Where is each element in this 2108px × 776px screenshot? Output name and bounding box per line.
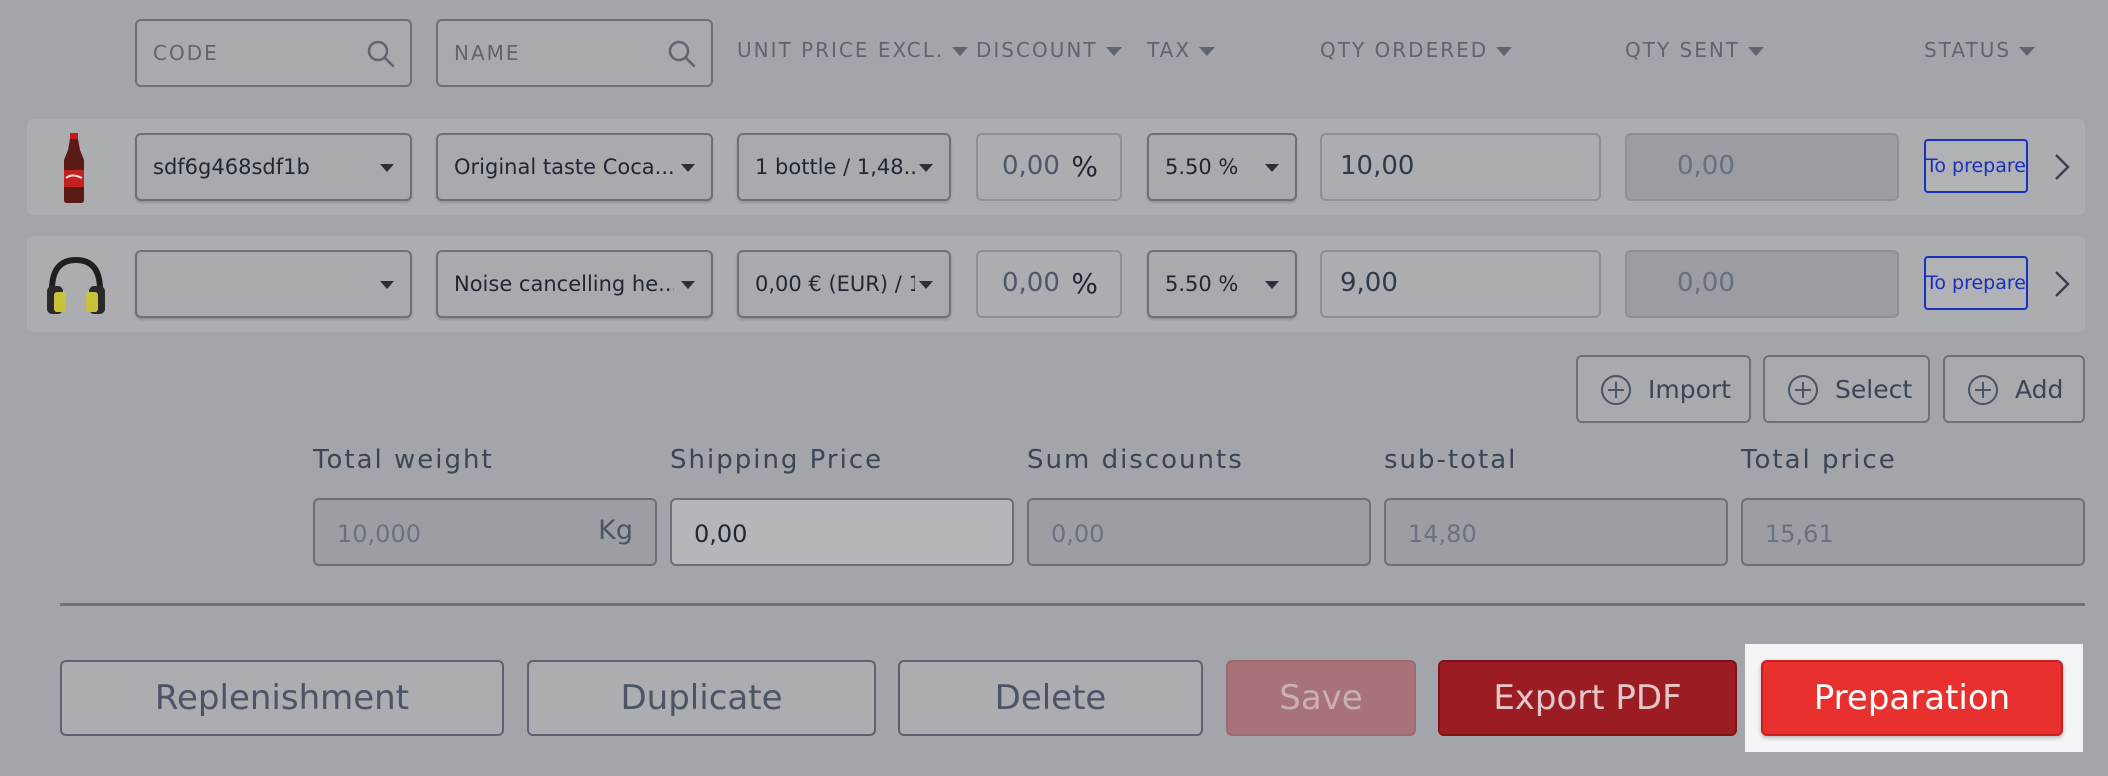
name-value: Original taste Coca... xyxy=(454,155,674,179)
select-label: Select xyxy=(1835,375,1913,404)
sort-caret-icon xyxy=(1496,47,1513,56)
plus-circle-icon xyxy=(1788,375,1818,405)
delete-button[interactable]: Delete xyxy=(898,660,1203,736)
sort-caret-icon xyxy=(1199,47,1216,56)
tax-select[interactable]: 5.50 % xyxy=(1147,250,1297,318)
divider xyxy=(60,603,2085,606)
sort-caret-icon xyxy=(1105,47,1122,56)
chevron-down-icon xyxy=(681,164,695,172)
unit-price-value: 1 bottle / 1,48... xyxy=(755,155,915,179)
preparation-button[interactable]: Preparation xyxy=(1761,660,2063,736)
qty-sent-input: 0,00 xyxy=(1625,133,1899,201)
tax-select[interactable]: 5.50 % xyxy=(1147,133,1297,201)
chevron-down-icon xyxy=(1265,164,1279,172)
column-header-label: STATUS xyxy=(1924,38,2012,62)
select-button[interactable]: Select xyxy=(1763,355,1930,423)
column-header-label: TAX xyxy=(1147,38,1192,62)
discount-value: 0,00 xyxy=(1002,151,1060,181)
sort-caret-icon xyxy=(2019,47,2036,56)
chevron-down-icon xyxy=(919,281,933,289)
total-price-field: 15,61 xyxy=(1741,498,2085,566)
column-header-qty-ordered[interactable]: QTY ORDERED xyxy=(1320,38,1513,62)
chevron-right-icon[interactable] xyxy=(2052,269,2072,299)
add-label: Add xyxy=(2015,375,2064,404)
name-filter-placeholder: NAME xyxy=(454,41,521,65)
unit-price-value: 0,00 € (EUR) / 1 xyxy=(755,272,915,296)
search-icon xyxy=(668,40,696,68)
qty-ordered-input[interactable]: 10,00 xyxy=(1320,133,1601,201)
save-button[interactable]: Save xyxy=(1226,660,1416,736)
qty-sent-value: 0,00 xyxy=(1677,268,1735,298)
chevron-down-icon xyxy=(380,164,394,172)
column-header-discount[interactable]: DISCOUNT xyxy=(976,38,1122,62)
sort-caret-icon xyxy=(952,47,969,56)
plus-circle-icon xyxy=(1968,375,1998,405)
tax-value: 5.50 % xyxy=(1165,272,1239,296)
plus-circle-icon xyxy=(1601,375,1631,405)
replenishment-button[interactable]: Replenishment xyxy=(60,660,504,736)
name-select[interactable]: Noise cancelling he... xyxy=(436,250,713,318)
shipping-price-input[interactable]: 0,00 xyxy=(670,498,1014,566)
qty-ordered-value: 9,00 xyxy=(1340,268,1398,298)
total-weight-field: 10,000 Kg xyxy=(313,498,657,566)
add-button[interactable]: Add xyxy=(1943,355,2085,423)
weight-unit: Kg xyxy=(598,515,633,546)
qty-sent-value: 0,00 xyxy=(1677,151,1735,181)
code-value: sdf6g468sdf1b xyxy=(153,155,310,179)
qty-sent-input: 0,00 xyxy=(1625,250,1899,318)
import-label: Import xyxy=(1648,375,1731,404)
name-select[interactable]: Original taste Coca... xyxy=(436,133,713,201)
discount-unit: % xyxy=(1071,267,1098,300)
sum-discounts-field: 0,00 xyxy=(1027,498,1371,566)
sort-caret-icon xyxy=(1748,47,1765,56)
subtotal-field: 14,80 xyxy=(1384,498,1728,566)
column-header-qty-sent[interactable]: QTY SENT xyxy=(1625,38,1765,62)
status-button[interactable]: To prepare xyxy=(1924,256,2028,310)
subtotal-label: sub-total xyxy=(1384,445,1518,475)
chevron-down-icon xyxy=(919,164,933,172)
sum-discounts-value: 0,00 xyxy=(1051,520,1105,548)
code-select[interactable] xyxy=(135,250,412,318)
shipping-price-value: 0,00 xyxy=(694,520,748,548)
coca-cola-bottle-icon xyxy=(64,133,84,203)
chevron-down-icon xyxy=(681,281,695,289)
qty-ordered-input[interactable]: 9,00 xyxy=(1320,250,1601,318)
sum-discounts-label: Sum discounts xyxy=(1027,445,1244,475)
total-price-value: 15,61 xyxy=(1765,520,1834,548)
chevron-down-icon xyxy=(380,281,394,289)
unit-price-select[interactable]: 0,00 € (EUR) / 1 xyxy=(737,250,951,318)
code-filter-placeholder: CODE xyxy=(153,41,219,65)
code-filter-input[interactable]: CODE xyxy=(135,19,412,87)
discount-input[interactable]: 0,00 % xyxy=(976,250,1122,318)
chevron-right-icon[interactable] xyxy=(2052,152,2072,182)
column-header-status[interactable]: STATUS xyxy=(1924,38,2036,62)
export-pdf-button[interactable]: Export PDF xyxy=(1438,660,1737,736)
column-header-label: QTY ORDERED xyxy=(1320,38,1489,62)
search-icon xyxy=(367,40,395,68)
headphones-icon xyxy=(47,256,105,314)
qty-ordered-value: 10,00 xyxy=(1340,151,1415,181)
total-weight-value: 10,000 xyxy=(337,520,421,548)
duplicate-button[interactable]: Duplicate xyxy=(527,660,876,736)
unit-price-select[interactable]: 1 bottle / 1,48... xyxy=(737,133,951,201)
discount-input[interactable]: 0,00 % xyxy=(976,133,1122,201)
discount-value: 0,00 xyxy=(1002,268,1060,298)
name-value: Noise cancelling he... xyxy=(454,272,674,296)
column-header-label: UNIT PRICE EXCL. xyxy=(737,38,945,62)
tax-value: 5.50 % xyxy=(1165,155,1239,179)
discount-unit: % xyxy=(1071,150,1098,183)
shipping-price-label: Shipping Price xyxy=(670,445,884,475)
column-header-label: DISCOUNT xyxy=(976,38,1098,62)
column-header-tax[interactable]: TAX xyxy=(1147,38,1216,62)
status-button[interactable]: To prepare xyxy=(1924,139,2028,193)
column-header-unit-price[interactable]: UNIT PRICE EXCL. xyxy=(737,38,969,62)
chevron-down-icon xyxy=(1265,281,1279,289)
name-filter-input[interactable]: NAME xyxy=(436,19,713,87)
column-header-label: QTY SENT xyxy=(1625,38,1741,62)
total-weight-label: Total weight xyxy=(313,445,494,475)
total-price-label: Total price xyxy=(1741,445,1897,475)
code-select[interactable]: sdf6g468sdf1b xyxy=(135,133,412,201)
import-button[interactable]: Import xyxy=(1576,355,1751,423)
subtotal-value: 14,80 xyxy=(1408,520,1477,548)
